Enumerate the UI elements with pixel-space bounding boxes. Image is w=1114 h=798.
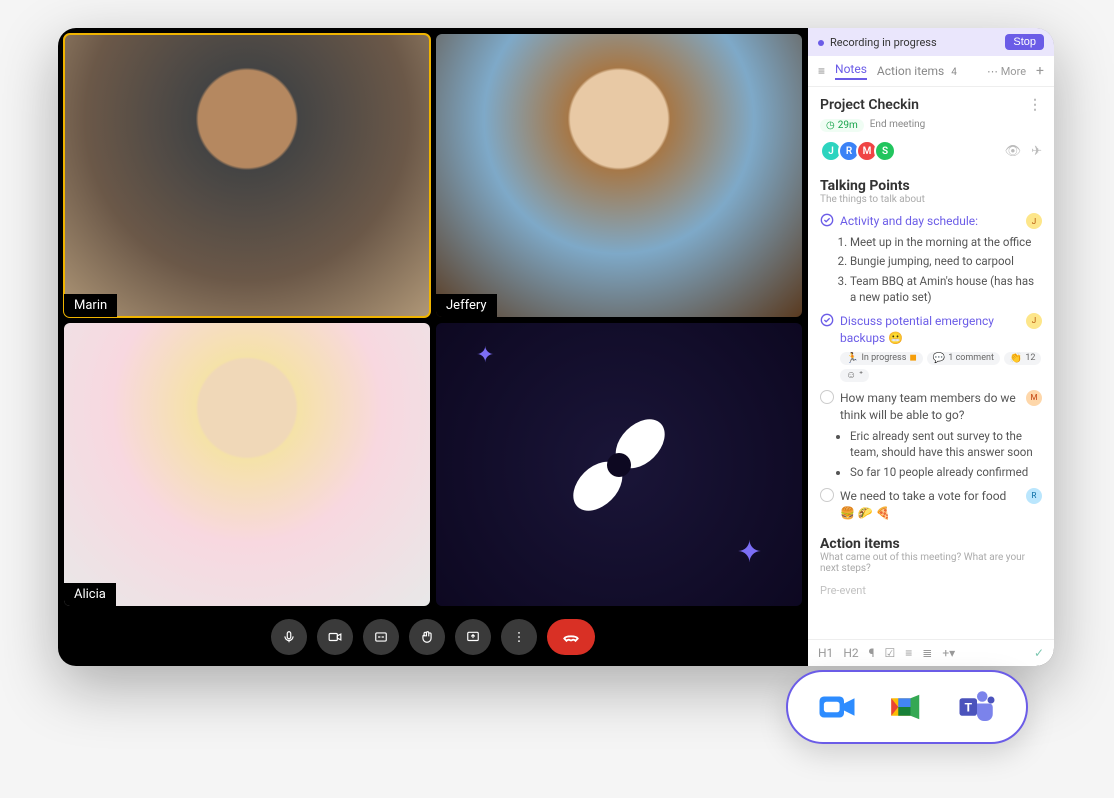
video-tile[interactable]: Marin xyxy=(64,34,430,317)
section-title-action-items: Action items xyxy=(820,536,1042,552)
assignee-avatar[interactable]: J xyxy=(1026,313,1042,329)
propeller-logo-icon xyxy=(559,405,679,525)
tab-action-items[interactable]: Action items 4 xyxy=(877,64,961,78)
ms-teams-icon[interactable]: T xyxy=(956,686,998,728)
call-controls xyxy=(64,606,802,660)
talking-point-item[interactable]: Discuss potential emergency backups 😬 J … xyxy=(820,313,1042,382)
add-reaction-chip[interactable]: ☺⁺ xyxy=(840,369,869,382)
zoom-icon[interactable] xyxy=(816,686,858,728)
video-button[interactable] xyxy=(317,619,353,655)
h1-button[interactable]: H1 xyxy=(818,646,833,660)
section-title-faded: Pre-event xyxy=(820,584,1042,597)
meeting-meta: ◷ 29m End meeting xyxy=(820,119,1042,132)
notes-sidebar: Recording in progress Stop ≡ Notes Actio… xyxy=(808,28,1054,666)
section-subtitle: The things to talk about xyxy=(820,194,1042,205)
talking-point-item[interactable]: Activity and day schedule: J Meet up in … xyxy=(820,213,1042,305)
recording-status: Recording in progress xyxy=(818,36,937,49)
tab-more[interactable]: ⋯ More xyxy=(987,65,1026,78)
numbered-list-button[interactable]: ≣ xyxy=(922,646,932,660)
status-chip[interactable]: 🏃In progress ◼ xyxy=(840,352,923,365)
check-open-icon[interactable] xyxy=(820,390,834,404)
item-chips: 🏃In progress ◼ 💬1 comment 👏12 ☺⁺ xyxy=(840,352,1042,382)
checkbox-button[interactable]: ☑ xyxy=(885,646,896,660)
add-tab-button[interactable]: + xyxy=(1036,63,1044,79)
video-tile[interactable]: Alicia xyxy=(64,323,430,606)
integrations-pill: T xyxy=(786,670,1028,744)
video-area: Marin Jeffery Alicia ✦ ✦ xyxy=(58,28,808,666)
raise-hand-button[interactable] xyxy=(409,619,445,655)
sparkle-icon: ✦ xyxy=(737,535,762,570)
paragraph-button[interactable]: ¶ xyxy=(869,646,875,660)
stop-recording-button[interactable]: Stop xyxy=(1005,34,1044,50)
sidebar-tabs: ≡ Notes Action items 4 ⋯ More + xyxy=(808,56,1054,87)
formatting-toolbar: H1 H2 ¶ ☑ ≡ ≣ +▾ ✓ xyxy=(808,639,1054,666)
reaction-chip[interactable]: 👏12 xyxy=(1004,352,1042,365)
comments-chip[interactable]: 💬1 comment xyxy=(927,352,1000,365)
assignee-avatar[interactable]: R xyxy=(1026,488,1042,504)
participant-avatars: J R M S 👁 ✈ xyxy=(820,140,1042,162)
h2-button[interactable]: H2 xyxy=(843,646,858,660)
visibility-icon[interactable]: 👁 xyxy=(1005,144,1022,159)
sub-list: Eric already sent out survey to the team… xyxy=(844,428,1042,479)
sparkle-icon: ✦ xyxy=(476,343,494,368)
assignee-avatar[interactable]: J xyxy=(1026,213,1042,229)
svg-text:T: T xyxy=(964,700,972,714)
check-done-icon[interactable] xyxy=(820,313,834,327)
meeting-header: Project Checkin ⋮ ◷ 29m End meeting J R … xyxy=(808,87,1054,172)
participant-name: Alicia xyxy=(64,583,116,606)
assignee-avatar[interactable]: M xyxy=(1026,390,1042,406)
video-grid: Marin Jeffery Alicia ✦ ✦ xyxy=(64,34,802,606)
hangup-button[interactable] xyxy=(547,619,595,655)
share-screen-button[interactable] xyxy=(455,619,491,655)
end-meeting-link[interactable]: End meeting xyxy=(870,119,926,132)
tab-notes[interactable]: Notes xyxy=(835,62,867,80)
bullet-list-button[interactable]: ≡ xyxy=(905,646,912,660)
app-window: Marin Jeffery Alicia ✦ ✦ Rec xyxy=(58,28,1054,666)
talking-point-item[interactable]: We need to take a vote for food 🍔 🌮 🍕 R xyxy=(820,488,1042,523)
recording-bar: Recording in progress Stop xyxy=(808,28,1054,56)
talking-point-item[interactable]: How many team members do we think will b… xyxy=(820,390,1042,480)
google-meet-icon[interactable] xyxy=(886,686,928,728)
cc-button[interactable] xyxy=(363,619,399,655)
send-icon[interactable]: ✈ xyxy=(1031,144,1042,159)
confirm-icon[interactable]: ✓ xyxy=(1034,646,1044,660)
participant-name: Marin xyxy=(64,294,117,317)
sub-list: Meet up in the morning at the office Bun… xyxy=(844,234,1042,304)
hamburger-icon[interactable]: ≡ xyxy=(818,64,825,78)
avatar[interactable]: S xyxy=(874,140,896,162)
video-tile[interactable]: Jeffery xyxy=(436,34,802,317)
video-tile-self[interactable]: ✦ ✦ xyxy=(436,323,802,606)
check-open-icon[interactable] xyxy=(820,488,834,502)
check-done-icon[interactable] xyxy=(820,213,834,227)
add-block-button[interactable]: +▾ xyxy=(942,646,955,660)
participant-name: Jeffery xyxy=(436,294,497,317)
more-options-button[interactable] xyxy=(501,619,537,655)
meeting-title: Project Checkin ⋮ xyxy=(820,97,1042,113)
section-title-talking-points: Talking Points xyxy=(820,178,1042,194)
meeting-duration: ◷ 29m xyxy=(820,119,864,132)
notes-scroll-area[interactable]: Talking Points The things to talk about … xyxy=(808,172,1054,639)
mic-button[interactable] xyxy=(271,619,307,655)
section-subtitle: What came out of this meeting? What are … xyxy=(820,552,1042,574)
recording-dot-icon xyxy=(818,40,824,46)
meeting-menu-icon[interactable]: ⋮ xyxy=(1028,97,1042,113)
